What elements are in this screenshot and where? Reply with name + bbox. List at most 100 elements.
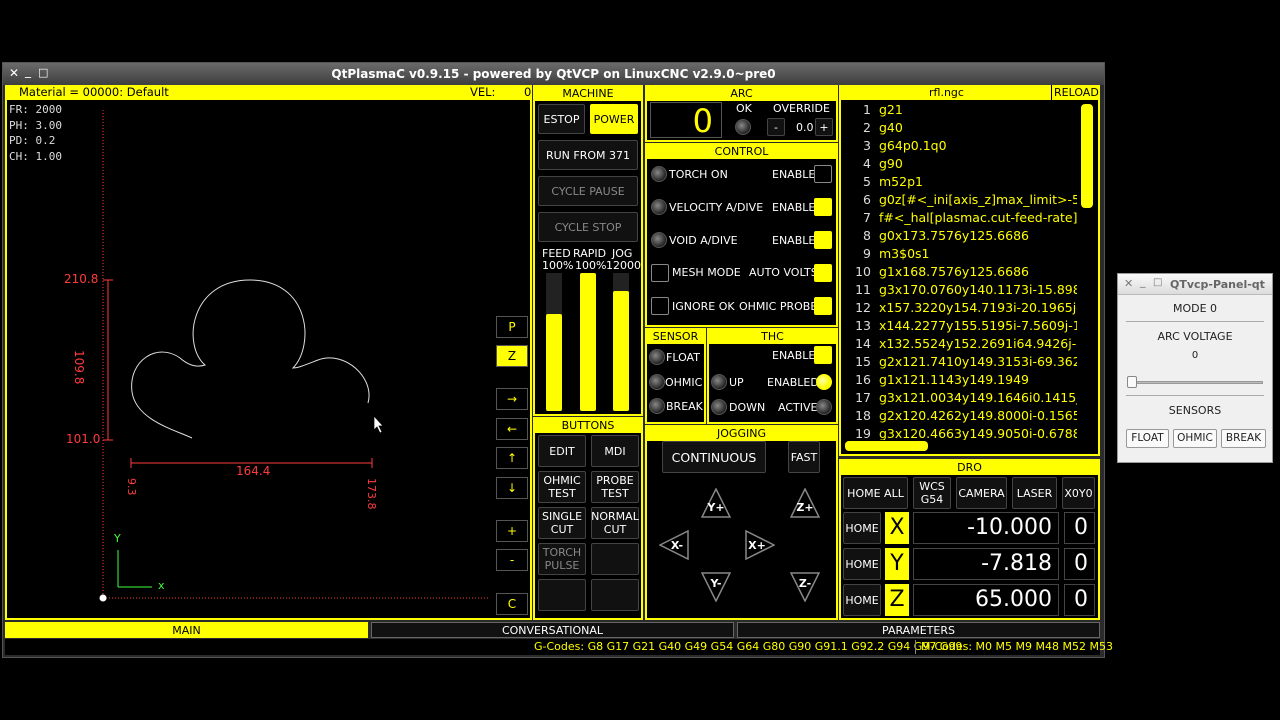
- normal-cut-button[interactable]: NORMAL CUT: [591, 507, 639, 539]
- arc-voltage-slider-track[interactable]: [1130, 381, 1263, 384]
- gcode-list[interactable]: 1 g21 2 g40 3 g64p0.1q0 4 g90 5 m52p1 6 g0z[#<_ini[…: [841, 102, 1077, 440]
- camera-button[interactable]: CAMERA: [956, 477, 1007, 509]
- gcode-line[interactable]: 5 m52p1: [849, 174, 923, 192]
- mdi-button[interactable]: MDI: [591, 435, 639, 467]
- void-enable-checkbox[interactable]: [814, 231, 832, 249]
- jog-x-plus-button[interactable]: X+: [745, 530, 775, 560]
- jog-y-minus-button[interactable]: Y-: [701, 572, 731, 602]
- gcode-line[interactable]: 13 x144.2277y155.5195i-7.5609j-16.18: [849, 318, 1077, 336]
- zoom-in-button[interactable]: +: [496, 520, 528, 542]
- jog-y-minus-label: Y-: [710, 576, 722, 590]
- arc-voltage-slider-handle[interactable]: [1127, 376, 1137, 388]
- reload-button[interactable]: RELOAD: [1051, 85, 1099, 100]
- wcs-button[interactable]: WCS G54: [913, 477, 951, 509]
- gcode-line[interactable]: 7 f#<_hal[plasmac.cut-feed-rate]>: [849, 210, 1077, 228]
- pan-down-button[interactable]: ↓: [496, 477, 528, 499]
- estop-button[interactable]: ESTOP: [538, 104, 585, 134]
- cycle-pause-button[interactable]: CYCLE PAUSE: [538, 176, 638, 206]
- panel-close-icon[interactable]: ✕: [1124, 277, 1133, 290]
- ignore-ok-checkbox[interactable]: [651, 297, 669, 315]
- panel-break-button[interactable]: BREAK: [1221, 429, 1266, 448]
- zoom-out-button[interactable]: -: [496, 549, 528, 571]
- velocity-enable-checkbox[interactable]: [814, 198, 832, 216]
- jog-slider[interactable]: [613, 273, 629, 411]
- gcode-line[interactable]: 12 x157.3220y154.7193i-20.1965j-4.7(: [849, 300, 1077, 318]
- panel-maximize-icon[interactable]: □: [1153, 277, 1162, 288]
- view-z-button[interactable]: Z: [496, 345, 528, 367]
- gcode-line[interactable]: 1 g21: [849, 102, 903, 120]
- probe-test-button[interactable]: PROBE TEST: [591, 471, 639, 503]
- jog-z-plus-button[interactable]: Z+: [790, 488, 820, 518]
- power-button[interactable]: POWER: [590, 104, 638, 134]
- edit-button[interactable]: EDIT: [538, 435, 586, 467]
- jog-fast-button[interactable]: FAST: [788, 441, 820, 473]
- pan-up-button[interactable]: ↑: [496, 447, 528, 469]
- gcode-line[interactable]: 8 g0x173.7576y125.6686: [849, 228, 1029, 246]
- user-button-empty-2[interactable]: [538, 579, 586, 611]
- gcode-line[interactable]: 19 g3x120.4663y149.9050i-0.6788i0.3: [849, 426, 1077, 440]
- gcode-line[interactable]: 17 g3x121.0034y149.1646i0.1415j-0.7: [849, 390, 1077, 408]
- jog-z-minus-button[interactable]: Z-: [790, 572, 820, 602]
- override-plus-button[interactable]: +: [815, 118, 833, 136]
- override-minus-button[interactable]: -: [767, 118, 785, 136]
- mesh-mode-checkbox[interactable]: [651, 264, 669, 282]
- home-all-button[interactable]: HOME ALL: [843, 477, 908, 509]
- gcode-line[interactable]: 18 g2x120.4262y149.8000i-0.1565j0.4: [849, 408, 1077, 426]
- home-y-button[interactable]: HOME: [843, 548, 881, 580]
- panel-ohmic-button[interactable]: OHMIC: [1173, 429, 1217, 448]
- panel-minimize-icon[interactable]: _: [1140, 275, 1146, 288]
- gcode-line[interactable]: 2 g40: [849, 120, 903, 138]
- cycle-stop-button[interactable]: CYCLE STOP: [538, 212, 638, 242]
- home-x-button[interactable]: HOME: [843, 512, 881, 544]
- home-z-button[interactable]: HOME: [843, 584, 881, 616]
- status-separator: [915, 640, 916, 654]
- pan-right-button[interactable]: →: [496, 388, 528, 410]
- auto-volts-checkbox[interactable]: [814, 264, 832, 282]
- gcode-line-text: g2x121.7410y149.3153i-69.3627j23: [879, 354, 1077, 369]
- thc-enable-checkbox[interactable]: [814, 346, 832, 364]
- jog-x-minus-button[interactable]: X-: [659, 530, 689, 560]
- feed-slider[interactable]: [546, 273, 562, 411]
- ohmic-probe-checkbox[interactable]: [814, 297, 832, 315]
- view-p-button[interactable]: P: [496, 316, 528, 338]
- gcode-line[interactable]: 15 g2x121.7410y149.3153i-69.3627j23: [849, 354, 1077, 372]
- gcode-line[interactable]: 6 g0z[#<_ini[axis_z]max_limit>-5.0]: [849, 192, 1077, 210]
- gcode-line[interactable]: 14 x132.5524y152.2691i64.9426j-255.: [849, 336, 1077, 354]
- panel-float-button[interactable]: FLOAT: [1126, 429, 1169, 448]
- gcode-vscroll[interactable]: [1081, 104, 1093, 208]
- z-zero-button[interactable]: 0: [1064, 584, 1095, 616]
- ignore-ok-label: IGNORE OK: [672, 300, 735, 313]
- tab-parameters[interactable]: PARAMETERS: [737, 622, 1100, 638]
- gcode-line[interactable]: 11 g3x170.0760y140.1173i-15.8988j8.: [849, 282, 1077, 300]
- ohmic-test-button[interactable]: OHMIC TEST: [538, 471, 586, 503]
- x0y0-button[interactable]: X0Y0: [1062, 477, 1095, 509]
- gcode-line-text: x144.2277y155.5195i-7.5609j-16.18: [879, 318, 1077, 333]
- torch-pulse-button[interactable]: TORCH PULSE: [538, 543, 586, 575]
- rapid-slider[interactable]: [580, 273, 596, 411]
- jog-y-plus-button[interactable]: Y+: [701, 488, 731, 518]
- torch-enable-checkbox[interactable]: [814, 165, 832, 183]
- tab-conversational[interactable]: CONVERSATIONAL: [371, 622, 734, 638]
- gcode-line[interactable]: 4 g90: [849, 156, 903, 174]
- y-zero-button[interactable]: 0: [1064, 548, 1095, 580]
- gcode-line-number: 6: [863, 192, 871, 207]
- single-cut-button[interactable]: SINGLE CUT: [538, 507, 586, 539]
- laser-button[interactable]: LASER: [1012, 477, 1057, 509]
- pan-left-button[interactable]: ←: [496, 418, 528, 440]
- user-button-empty-1[interactable]: [591, 543, 639, 575]
- jog-mode-button[interactable]: CONTINUOUS: [662, 441, 766, 473]
- gcode-line-number: 7: [863, 210, 871, 225]
- gcode-line[interactable]: 9 m3$0s1: [849, 246, 929, 264]
- clear-button[interactable]: C: [496, 593, 528, 615]
- gcode-line[interactable]: 16 g1x121.1143y149.1949: [849, 372, 1029, 390]
- tab-main[interactable]: MAIN: [5, 622, 368, 638]
- gcode-hscroll[interactable]: [845, 441, 928, 451]
- gcode-line-text: g3x170.0760y140.1173i-15.8988j8.: [879, 282, 1077, 297]
- run-from-button[interactable]: RUN FROM 371: [538, 140, 638, 170]
- gcodes-status: G-Codes: G8 G17 G21 G40 G49 G54 G64 G80 …: [534, 640, 963, 653]
- gcode-line[interactable]: 10 g1x168.7576y125.6686: [849, 264, 1029, 282]
- x-zero-button[interactable]: 0: [1064, 512, 1095, 544]
- user-button-empty-3[interactable]: [591, 579, 639, 611]
- gcode-line-text: x132.5524y152.2691i64.9426j-255.: [879, 336, 1077, 351]
- gcode-line[interactable]: 3 g64p0.1q0: [849, 138, 947, 156]
